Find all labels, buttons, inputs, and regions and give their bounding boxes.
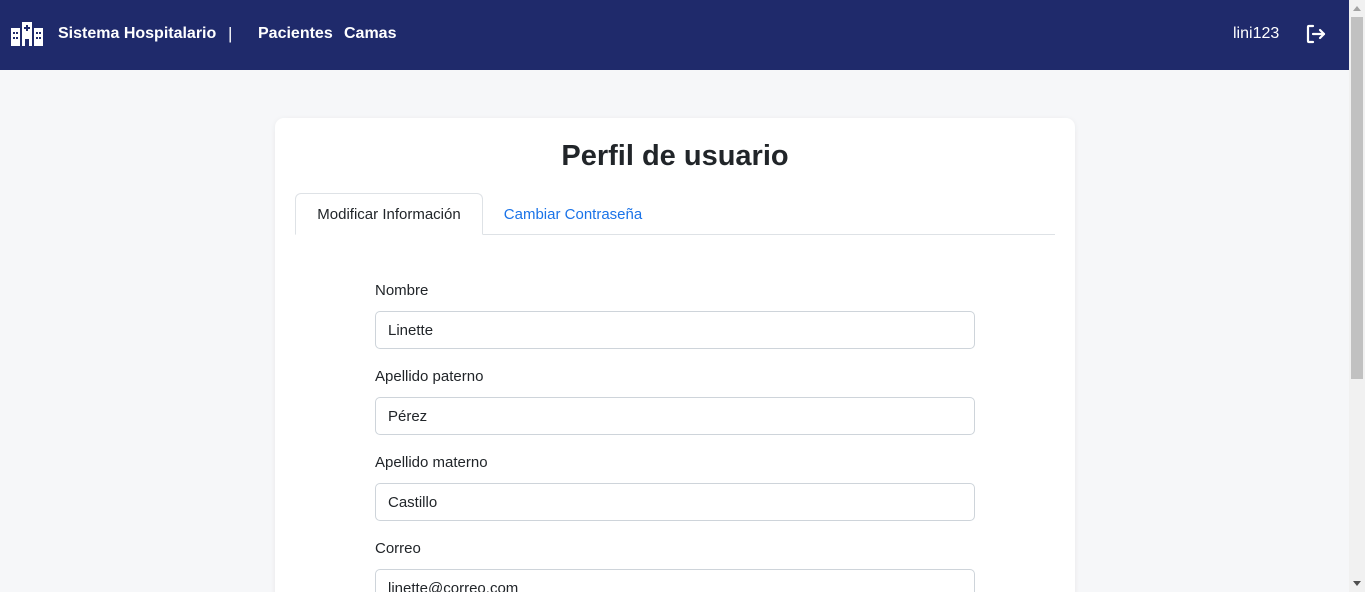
scrollbar-thumb[interactable] [1351, 17, 1363, 379]
apellido-paterno-label: Apellido paterno [375, 368, 484, 385]
username-label[interactable]: lini123 [1233, 25, 1279, 43]
page-title: Perfil de usuario [561, 140, 789, 172]
scroll-up-icon[interactable] [1352, 3, 1362, 13]
apellido-paterno-input[interactable] [375, 397, 975, 435]
apellido-materno-input[interactable] [375, 483, 975, 521]
profile-card: Perfil de usuario Modificar Información … [275, 118, 1075, 592]
apellido-materno-label: Apellido materno [375, 454, 488, 471]
nav-link-camas[interactable]: Camas [344, 25, 396, 43]
correo-input[interactable] [375, 569, 975, 592]
nombre-input[interactable] [375, 311, 975, 349]
correo-label: Correo [375, 540, 421, 557]
top-navbar: Sistema Hospitalario | Pacientes Camas l… [0, 0, 1349, 70]
hospital-icon[interactable] [11, 22, 43, 46]
tab-modificar-informacion[interactable]: Modificar Información [295, 193, 483, 235]
tab-cambiar-contrasena[interactable]: Cambiar Contraseña [485, 193, 661, 235]
nav-link-pacientes[interactable]: Pacientes [258, 25, 333, 43]
page: Sistema Hospitalario | Pacientes Camas l… [0, 0, 1349, 592]
nombre-label: Nombre [375, 282, 429, 299]
scroll-down-icon[interactable] [1352, 579, 1362, 589]
brand-separator: | [228, 24, 233, 43]
brand-name[interactable]: Sistema Hospitalario [58, 25, 216, 43]
logout-icon[interactable] [1305, 23, 1327, 45]
